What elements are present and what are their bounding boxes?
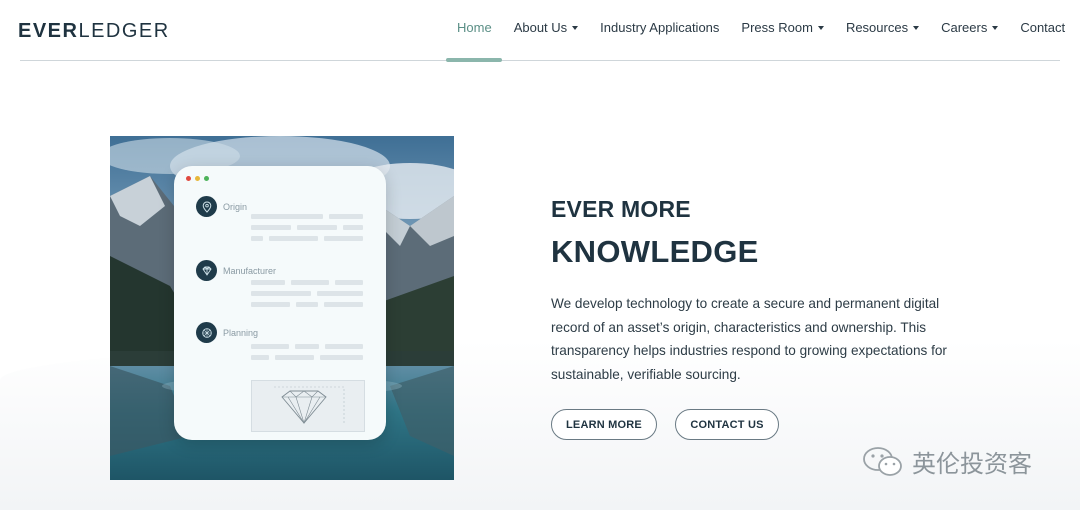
step-label: Origin: [223, 201, 248, 212]
window-dot-red: [186, 176, 191, 181]
placeholder-lines: [251, 280, 363, 313]
traceability-card: Origin Manufacturer Planning: [174, 166, 386, 440]
nav-item-industry-applications[interactable]: Industry Applications: [589, 20, 730, 35]
wechat-watermark: 英伦投资客: [862, 444, 1032, 479]
nav-item-home[interactable]: Home: [446, 20, 503, 35]
watermark-text: 英伦投资客: [912, 451, 1032, 478]
header-divider: [20, 60, 1060, 61]
step-origin: Origin: [196, 196, 247, 217]
step-planning: Planning: [196, 322, 258, 343]
site-header: EVERLEDGER Home About Us Industry Applic…: [0, 0, 1080, 62]
caret-down-icon: [817, 26, 824, 30]
nav-item-resources[interactable]: Resources: [835, 20, 930, 35]
hero-description: We develop technology to create a secure…: [551, 296, 947, 382]
hero-headline: KNOWLEDGE: [551, 234, 759, 269]
diamond-blueprint: [251, 380, 365, 432]
caret-down-icon: [572, 26, 579, 30]
step-manufacturer: Manufacturer: [196, 260, 276, 281]
main-nav: Home About Us Industry Applications Pres…: [446, 20, 1065, 35]
nav-item-about-us[interactable]: About Us: [503, 20, 589, 35]
window-controls: [186, 176, 209, 181]
nav-item-contact[interactable]: Contact: [1009, 20, 1076, 35]
caret-down-icon: [992, 26, 999, 30]
everledger-logo[interactable]: EVERLEDGER: [18, 18, 170, 44]
placeholder-lines: [251, 214, 363, 247]
nav-item-careers[interactable]: Careers: [930, 20, 1009, 35]
location-pin-icon: [196, 196, 217, 217]
learn-more-button[interactable]: LEARN MORE: [551, 409, 657, 440]
active-nav-indicator: [446, 58, 502, 62]
caret-down-icon: [913, 26, 920, 30]
step-label: Planning: [223, 327, 259, 338]
placeholder-lines: [251, 344, 364, 366]
step-label: Manufacturer: [223, 265, 277, 276]
window-dot-green: [204, 176, 209, 181]
hero-kicker: EVER MORE: [551, 196, 691, 222]
contact-us-button[interactable]: CONTACT US: [675, 409, 779, 440]
logo-wordmark: EVERLEDGER: [18, 19, 170, 42]
window-dot-yellow: [195, 176, 200, 181]
wechat-icon: [863, 446, 902, 476]
diamond-icon: [196, 260, 217, 281]
gem-facet-icon: [196, 322, 217, 343]
nav-item-press-room[interactable]: Press Room: [730, 20, 835, 35]
